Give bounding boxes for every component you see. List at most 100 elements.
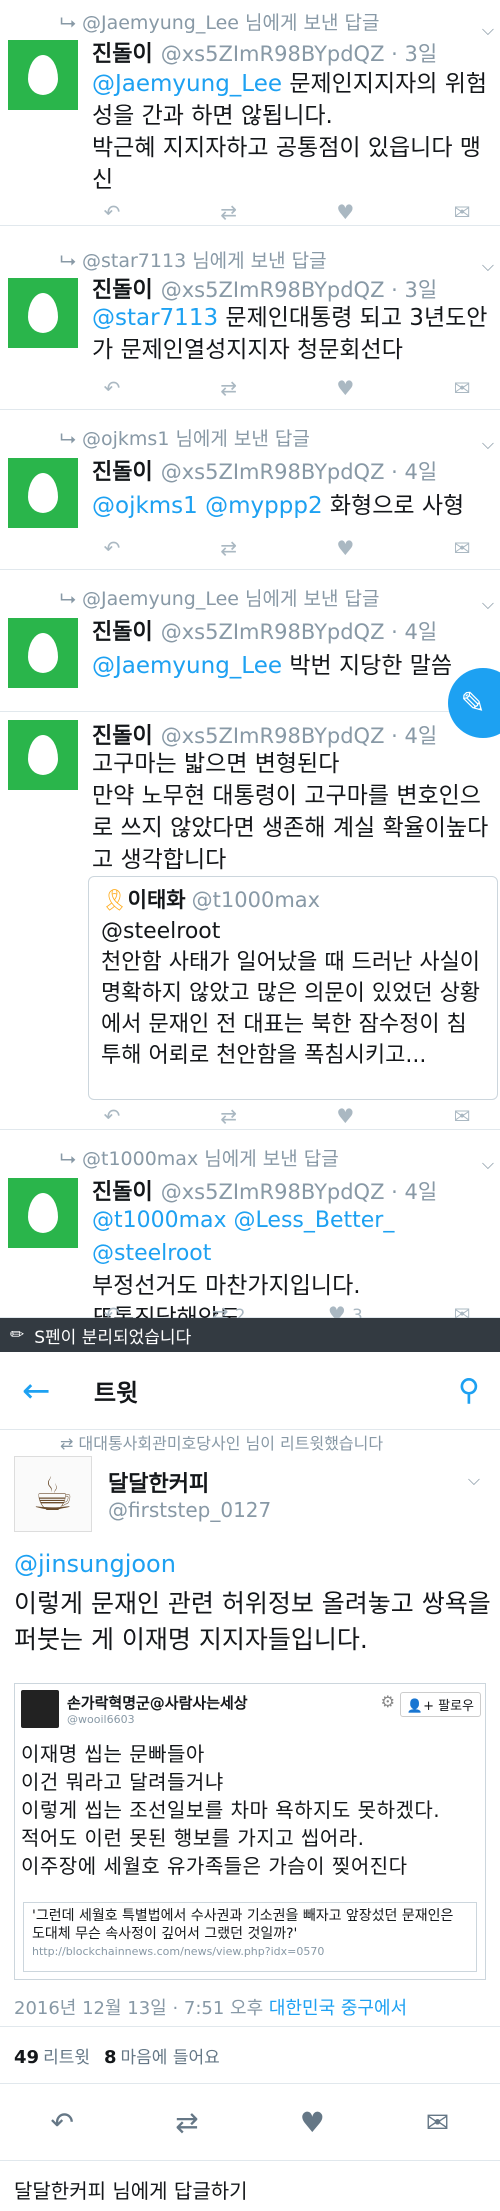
image-text-line: 이주장에 세월호 유가족들은 가슴이 찢어진다 xyxy=(21,1854,408,1878)
author-name[interactable]: 진돌이 xyxy=(92,278,153,303)
chevron-down-icon[interactable]: ⌵ xyxy=(482,594,494,614)
tweet-text: @Jaemyung_Lee 문제인지지자의 위험성을 간과 하면 않됩니다. 박근… xyxy=(92,68,492,196)
tweet[interactable]: ⮡ @Jaemyung_Lee 님에게 보낸 답글 진돌이 @xs5ZImR98BY… xyxy=(0,0,500,226)
chevron-down-icon[interactable]: ⌵ xyxy=(482,1154,494,1174)
chevron-down-icon[interactable]: ⌵ xyxy=(482,434,494,454)
like-icon[interactable]: ♥ xyxy=(325,376,365,400)
mention-link[interactable]: @Jaemyung_Lee xyxy=(92,71,282,97)
location-link[interactable]: 대한민국 중구에서 xyxy=(269,1998,407,2019)
retweet-icon[interactable]: ⇄ xyxy=(175,2106,198,2139)
tweet-actions: ↶ ⇄ ♥ ✉ xyxy=(92,536,482,560)
chevron-down-icon[interactable]: ⌵ xyxy=(468,1470,480,1490)
avatar[interactable] xyxy=(8,720,78,790)
reply-context: ⮡ @star7113 님에게 보낸 답글 xyxy=(60,246,327,273)
author-name[interactable]: 진돌이 xyxy=(92,620,153,645)
image-tweet-header: 손가락혁명군@사람사는세상 @wooil6603 xyxy=(21,1690,248,1728)
author-name[interactable]: 달달한커피 xyxy=(108,1466,209,1498)
mention-link[interactable]: @ojkms1 xyxy=(92,493,198,519)
like-label: 마음에 들어요 xyxy=(120,2047,220,2068)
avatar[interactable] xyxy=(8,618,78,688)
message-icon[interactable]: ✉ xyxy=(442,376,482,400)
author-handle: @xs5ZImR98BYpdQZ · 3일 xyxy=(160,278,438,302)
quoted-tweet[interactable]: 🎗이태화 @t1000max @steelroot 천안함 사태가 일어났을 때 … xyxy=(88,876,498,1100)
mention-links[interactable]: @t1000max @Less_Better_ @steelroot xyxy=(92,1208,394,1266)
retweet-stat[interactable]: 49 리트윗 xyxy=(14,2043,90,2068)
reply-icon[interactable]: ↶ xyxy=(92,376,132,400)
chevron-down-icon[interactable]: ⌵ xyxy=(482,20,494,40)
avatar[interactable] xyxy=(8,40,78,110)
attached-image[interactable]: 손가락혁명군@사람사는세상 @wooil6603 ⚙ 👤+ 팔로우 이재명 씹는… xyxy=(14,1683,486,1980)
tweet-actions: ↶ ⇄ ♥ ✉ xyxy=(0,2084,500,2160)
like-icon[interactable]: ♥ xyxy=(325,200,365,224)
image-author-handle: @wooil6603 xyxy=(67,1713,135,1726)
like-icon[interactable]: ♥ xyxy=(325,536,365,560)
tweet[interactable]: ⮡ @Jaemyung_Lee 님에게 보낸 답글 진돌이 @xs5ZImR98BY… xyxy=(0,570,500,712)
quoted-author-handle: @t1000max xyxy=(191,888,321,912)
message-icon[interactable]: ✉ xyxy=(442,1104,482,1128)
retweet-label: 리트윗 xyxy=(43,2047,90,2068)
image-text-line: 이렇게 씹는 조선일보를 차마 욕하지도 못하겠다. xyxy=(21,1798,441,1822)
mention-link[interactable]: @myppp2 xyxy=(205,493,322,519)
image-text: 이재명 씹는 문빠들아 이건 뭐라고 달려들거냐 이렇게 씹는 조선일보를 차마… xyxy=(21,1740,440,1880)
retweet-icon[interactable]: ⇄ xyxy=(209,1104,249,1128)
author-name[interactable]: 진돌이 xyxy=(92,460,153,485)
retweet-context: ⇄ 대대통사회관미호당사인 님이 리트윗했습니다 xyxy=(60,1430,480,1454)
tweet-text: @Jaemyung_Lee 박번 지당한 말씀 xyxy=(92,650,492,682)
reply-arrow-icon: ⮡ xyxy=(60,247,76,272)
reply-context: ⮡ @ojkms1 님에게 보낸 답글 xyxy=(60,424,310,451)
tweet-text: 이렇게 문재인 관련 허위정보 올려놓고 쌍욕을 퍼붓는 게 이재명 지지자들입… xyxy=(14,1589,491,1654)
engagement-stats: 49 리트윗 8 마음에 들어요 xyxy=(0,2026,500,2084)
egg-icon xyxy=(28,55,58,95)
egg-icon xyxy=(28,293,58,333)
like-count: 8 xyxy=(103,2046,117,2068)
reply-context-text: @ojkms1 님에게 보낸 답글 xyxy=(82,428,310,450)
retweet-icon[interactable]: ⇄ xyxy=(209,376,249,400)
tweet[interactable]: ⮡ @star7113 님에게 보낸 답글 진돌이 @xs5ZImR98BYpdQZ… xyxy=(0,226,500,410)
reply-context-text: @Jaemyung_Lee 님에게 보낸 답글 xyxy=(82,12,380,34)
avatar[interactable] xyxy=(8,1178,78,1248)
tweet-header: 진돌이 @xs5ZImR98BYpdQZ · 4일 xyxy=(92,614,437,646)
tweet[interactable]: ⮡ @t1000max 님에게 보낸 답글 진돌이 @xs5ZImR98BYpdQZ… xyxy=(0,1130,500,1331)
like-icon[interactable]: ♥ xyxy=(325,1104,365,1128)
tweet-text-part: 만약 노무현 대통령이 고구마를 변호인으로 쓰지 않았다면 생존해 계실 확율… xyxy=(92,783,489,873)
reply-icon[interactable]: ↶ xyxy=(92,200,132,224)
avatar[interactable] xyxy=(8,278,78,348)
mention-link[interactable]: @star7113 xyxy=(92,305,218,331)
author-name[interactable]: 진돌이 xyxy=(92,724,153,749)
like-icon[interactable]: ♥ xyxy=(300,2106,325,2139)
reply-input[interactable]: 달달한커피 님에게 답글하기 xyxy=(0,2160,500,2211)
image-author: 손가락혁명군@사람사는세상 @wooil6603 xyxy=(67,1692,248,1726)
message-icon[interactable]: ✉ xyxy=(442,200,482,224)
quoted-mention: @steelroot xyxy=(101,919,221,944)
search-icon[interactable]: ⚲ xyxy=(458,1373,480,1408)
author-name[interactable]: 진돌이 xyxy=(92,42,153,67)
mention-link[interactable]: @Jaemyung_Lee xyxy=(92,653,282,679)
author-name[interactable]: 진돌이 xyxy=(92,1180,153,1205)
tweet[interactable]: ⮡ @ojkms1 님에게 보낸 답글 진돌이 @xs5ZImR98BYpdQZ ·… xyxy=(0,410,500,570)
retweet-icon[interactable]: ⇄ xyxy=(209,200,249,224)
reply-icon[interactable]: ↶ xyxy=(92,1104,132,1128)
tweet-text: 고구마는 밟으면 변형된다 만약 노무현 대통령이 고구마를 변호인으로 쓰지 않… xyxy=(92,748,492,876)
like-stat[interactable]: 8 마음에 들어요 xyxy=(104,2043,220,2068)
reply-arrow-icon: ⮡ xyxy=(60,1145,76,1170)
author-handle: @xs5ZImR98BYpdQZ · 4일 xyxy=(160,460,438,484)
reply-context-text: @t1000max 님에게 보낸 답글 xyxy=(82,1148,339,1170)
avatar[interactable]: ☕ xyxy=(14,1456,92,1532)
tweet[interactable]: 진돌이@xs5ZImR98BYpdQZ · 4일 ⌵ 고구마는 밟으면 변형된다… xyxy=(0,712,500,1130)
avatar[interactable] xyxy=(8,458,78,528)
compose-icon: ✎ xyxy=(460,685,486,721)
message-icon[interactable]: ✉ xyxy=(426,2106,449,2139)
author-handle: @xs5ZImR98BYpdQZ · 4일 xyxy=(160,724,438,748)
back-arrow-icon[interactable]: ← xyxy=(22,1371,51,1411)
retweet-icon[interactable]: ⇄ xyxy=(209,536,249,560)
reply-arrow-icon: ⮡ xyxy=(60,425,76,450)
retweet-context-text: 대대통사회관미호당사인 님이 리트윗했습니다 xyxy=(78,1434,384,1453)
reply-icon[interactable]: ↶ xyxy=(92,536,132,560)
follow-icon: 👤+ xyxy=(406,1699,439,1714)
reply-icon[interactable]: ↶ xyxy=(51,2106,74,2139)
message-icon[interactable]: ✉ xyxy=(442,536,482,560)
reply-arrow-icon: ⮡ xyxy=(60,585,76,610)
chevron-down-icon[interactable]: ⌵ xyxy=(482,256,494,276)
page-title: 트윗 xyxy=(94,1379,139,1407)
mention-link[interactable]: @jinsungjoon xyxy=(14,1550,176,1578)
